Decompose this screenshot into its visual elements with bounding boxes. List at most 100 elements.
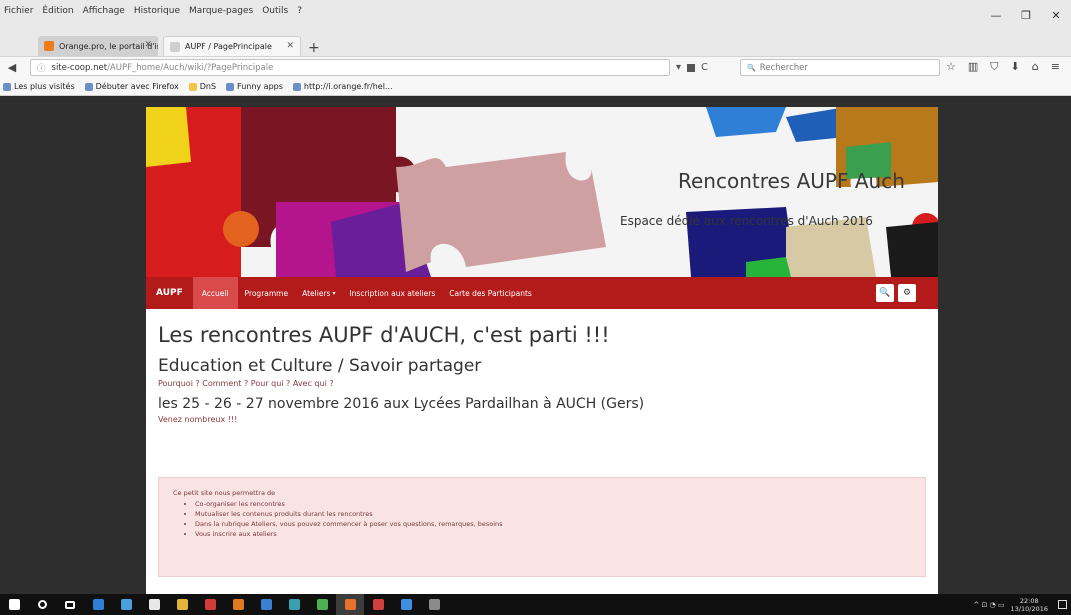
clock-time: 22:08 xyxy=(1019,596,1039,605)
nav-ateliers-label: Ateliers xyxy=(302,288,331,298)
site-header: Rencontres AUPF Auch Espace dédié aux re… xyxy=(146,107,938,277)
bookmark-item[interactable]: Les plus visités xyxy=(3,82,75,91)
download-icon[interactable]: ⬇ xyxy=(1011,60,1020,74)
website: Rencontres AUPF Auch Espace dédié aux re… xyxy=(146,107,938,594)
site-settings-icon[interactable]: ⚙ xyxy=(898,284,916,302)
page-favicon-icon xyxy=(170,41,180,52)
close-tab-icon[interactable]: ✕ xyxy=(286,41,294,51)
folder-icon xyxy=(188,82,197,91)
url-dropdown-icon[interactable]: ▾ xyxy=(676,62,681,73)
firefox-icon[interactable] xyxy=(336,594,364,615)
nav-inscription[interactable]: Inscription aux ateliers xyxy=(342,277,442,309)
taskbar-apps xyxy=(0,594,448,615)
app-blue-icon[interactable] xyxy=(252,594,280,615)
page-content: Les rencontres AUPF d'AUCH, c'est parti … xyxy=(158,323,928,432)
bookmark-icon xyxy=(3,82,11,91)
bookmark-label: Funny apps xyxy=(237,82,283,91)
orange-favicon-icon xyxy=(44,41,54,51)
bookmark-label: Les plus visités xyxy=(14,82,75,91)
tab-strip: Orange.pro, le portail d'inf... ✕ AUPF /… xyxy=(0,22,1071,56)
site-search-icon[interactable]: 🔍 xyxy=(876,284,894,302)
nav-programme[interactable]: Programme xyxy=(238,277,296,309)
clock[interactable]: 22:08 13/10/2016 xyxy=(1011,597,1048,613)
search-field[interactable]: 🔍 Rechercher xyxy=(740,59,940,76)
url-path: /AUPF_home/Auch/wiki/?PagePrincipale xyxy=(107,62,274,73)
menu-item[interactable]: Fichier xyxy=(4,6,33,16)
call-to-action-text: Venez nombreux !!! xyxy=(158,415,238,424)
nav-ateliers[interactable]: Ateliers ▾ xyxy=(295,277,342,309)
list-item: Dans la rubrique Ateliers, vous pouvez c… xyxy=(195,520,911,528)
close-tab-icon[interactable]: ✕ xyxy=(144,40,152,50)
tab-label: Orange.pro, le portail d'inf... xyxy=(59,41,158,51)
clock-date: 13/10/2016 xyxy=(1010,604,1048,613)
info-box-intro: Ce petit site nous permettra de xyxy=(173,489,276,497)
list-item: Mutualiser les contenus produits durant … xyxy=(195,510,911,518)
event-dates-heading: les 25 - 26 - 27 novembre 2016 aux Lycée… xyxy=(158,396,645,412)
tray-icons[interactable]: ^ ⊡ ◔ ▭ xyxy=(973,601,1004,609)
star-icon[interactable]: ☆ xyxy=(946,60,956,74)
bookmarks-toolbar: Les plus visités Débuter avec Firefox DnS F… xyxy=(0,78,1071,96)
site-navbar: AUPF Accueil Programme Ateliers ▾ Inscri… xyxy=(146,277,938,309)
back-arrow-icon[interactable]: ◀ xyxy=(4,61,20,74)
bookmark-item[interactable]: Débuter avec Firefox xyxy=(84,82,179,91)
dropdown-caret-icon: ▾ xyxy=(332,289,336,297)
browser-menubar: Fichier Édition Affichage Historique Marque-… xyxy=(0,0,1071,22)
bookmark-icon xyxy=(292,82,301,91)
app-lightblue-icon[interactable] xyxy=(392,594,420,615)
bookmark-label: http://i.orange.fr/hel... xyxy=(303,82,393,91)
questions-text: Pourquoi ? Comment ? Pour qui ? Avec qui… xyxy=(158,379,334,388)
nav-carte-participants[interactable]: Carte des Participants xyxy=(442,277,539,309)
brand-link[interactable]: AUPF xyxy=(146,277,193,309)
tab-orange-pro[interactable]: Orange.pro, le portail d'inf... ✕ xyxy=(38,36,158,56)
nav-accueil[interactable]: Accueil xyxy=(192,277,238,309)
site-title[interactable]: Rencontres AUPF Auch xyxy=(678,169,905,193)
menu-item[interactable]: Édition xyxy=(42,6,73,16)
new-tab-button[interactable]: + xyxy=(308,40,320,56)
menu-item[interactable]: Affichage xyxy=(83,6,125,16)
app-green-icon[interactable] xyxy=(308,594,336,615)
url-tools: ▾ C xyxy=(676,59,708,76)
app-teal-icon[interactable] xyxy=(280,594,308,615)
toolbar-icons: ☆ ▥ ⛉ ⬇ ⌂ ≡ xyxy=(946,60,1060,74)
bookmark-item[interactable]: Funny apps xyxy=(226,82,283,91)
url-bar[interactable]: ⓘ site-coop.net /AUPF_home/Auch/wiki/?Pa… xyxy=(30,59,670,76)
windows-taskbar: ^ ⊡ ◔ ▭ 22:08 13/10/2016 xyxy=(0,594,1071,615)
app-red-icon[interactable] xyxy=(196,594,224,615)
menu-item[interactable]: ? xyxy=(297,6,302,16)
menu-item[interactable]: Marque-pages xyxy=(189,6,253,16)
info-box-list: Co-organiser les rencontres Mutualiser l… xyxy=(195,500,911,538)
app-orange-icon[interactable] xyxy=(224,594,252,615)
bookmark-icon xyxy=(226,82,235,91)
tab-label: AUPF / PagePrincipale xyxy=(185,42,272,51)
bookmark-item[interactable]: http://i.orange.fr/hel... xyxy=(292,82,393,91)
bookmark-icon xyxy=(84,82,93,91)
info-box: Ce petit site nous permettra de Co-organ… xyxy=(158,477,926,577)
menu-icon[interactable]: ≡ xyxy=(1051,60,1060,74)
chrome-icon[interactable] xyxy=(168,594,196,615)
edge-icon[interactable] xyxy=(84,594,112,615)
navigation-bar: ◀ ⓘ site-coop.net /AUPF_home/Auch/wiki/?… xyxy=(0,56,1071,78)
task-view-icon[interactable] xyxy=(56,594,84,615)
app-gray-icon[interactable] xyxy=(420,594,448,615)
start-icon[interactable] xyxy=(0,594,28,615)
pocket-icon[interactable]: ⛉ xyxy=(990,60,998,74)
reload-icon[interactable]: C xyxy=(701,62,708,73)
menu-item[interactable]: Historique xyxy=(134,6,180,16)
notifications-icon[interactable] xyxy=(1058,600,1067,609)
search-placeholder: Rechercher xyxy=(759,62,808,73)
search-icon: 🔍 xyxy=(747,63,756,72)
bookmark-item[interactable]: DnS xyxy=(188,82,217,91)
menu-item[interactable]: Outils xyxy=(262,6,288,16)
bookmark-label: DnS xyxy=(199,82,217,91)
store-icon[interactable] xyxy=(140,594,168,615)
app-purple-icon[interactable] xyxy=(364,594,392,615)
home-icon[interactable]: ⌂ xyxy=(1032,60,1039,74)
library-icon[interactable]: ▥ xyxy=(968,60,978,74)
navbar-actions: 🔍 ⚙ xyxy=(876,284,916,302)
site-info-icon[interactable]: ⓘ xyxy=(37,62,46,74)
page-subheading: Education et Culture / Savoir partager xyxy=(158,356,482,376)
files-icon[interactable] xyxy=(112,594,140,615)
tab-aupf-pageprincipale[interactable]: AUPF / PagePrincipale ✕ xyxy=(163,36,301,56)
reader-icon[interactable] xyxy=(687,63,696,72)
search-icon[interactable] xyxy=(28,594,56,615)
